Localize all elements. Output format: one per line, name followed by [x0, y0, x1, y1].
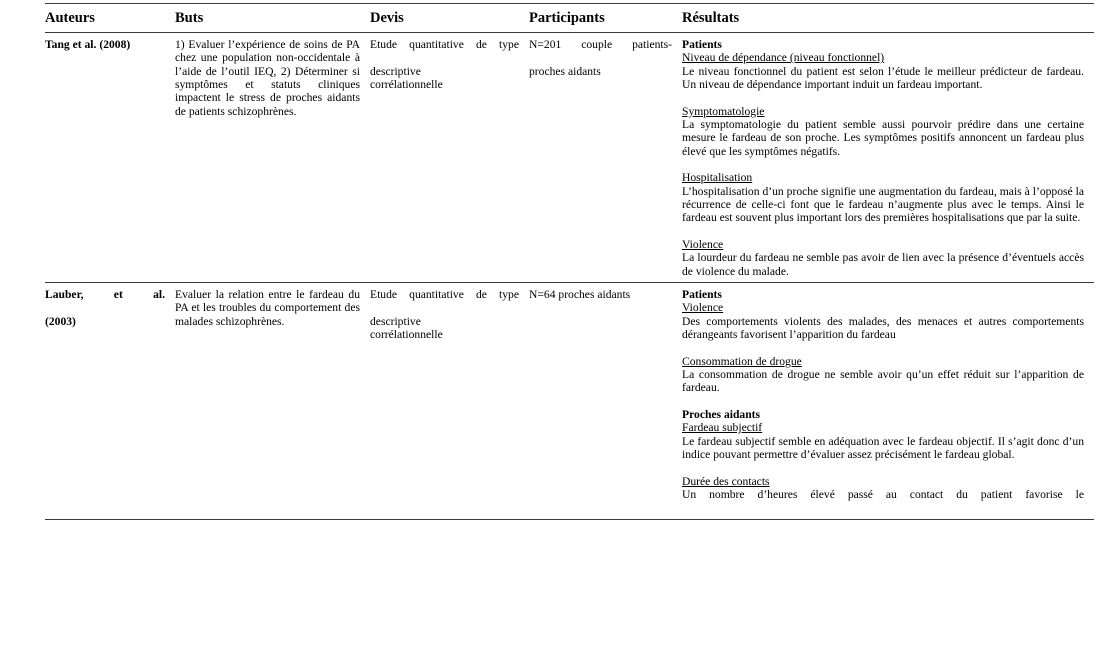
result-group: Durée des contacts Un nombre d’heures él…	[682, 475, 1084, 515]
devis-line-3: corrélationnelle	[370, 328, 443, 342]
result-group-heading: Patients	[682, 288, 722, 302]
literature-review-table: Auteurs Buts Devis Participants Résultat…	[45, 3, 1094, 520]
result-body: La consommation de drogue ne semble avoi…	[682, 368, 1084, 395]
cell-devis: Etude quantitative de type descriptive c…	[370, 33, 529, 283]
cell-buts: Evaluer la relation entre le fardeau du …	[175, 282, 370, 520]
author-citation: Tang et al. (2008)	[45, 38, 131, 51]
table-row: Tang et al. (2008) 1) Evaluer l’expérien…	[45, 33, 1094, 283]
result-subheading: Durée des contacts	[682, 474, 770, 488]
devis-line-2: descriptive	[370, 64, 421, 78]
result-body-truncated: Un nombre d’heures élevé passé au contac…	[682, 488, 1084, 502]
participants-line-2: proches aidants	[529, 64, 601, 78]
cell-resultats: Patients Violence Des comportements viol…	[682, 282, 1094, 520]
result-group: Consommation de drogue La consommation d…	[682, 355, 1084, 395]
table-header-row: Auteurs Buts Devis Participants Résultat…	[45, 4, 1094, 33]
result-subheading: Symptomatologie	[682, 104, 765, 118]
author-citation-line-2: (2003)	[45, 314, 76, 328]
column-header-participants: Participants	[529, 4, 682, 33]
result-subheading: Consommation de drogue	[682, 354, 802, 368]
document-page: Auteurs Buts Devis Participants Résultat…	[0, 0, 1096, 647]
result-group: Violence La lourdeur du fardeau ne sembl…	[682, 238, 1084, 278]
devis-line-3: corrélationnelle	[370, 78, 443, 92]
result-group: Hospitalisation L’hospitalisation d’un p…	[682, 171, 1084, 224]
result-group: Symptomatologie La symptomatologie du pa…	[682, 105, 1084, 158]
author-citation-line-1: Lauber, et al.	[45, 288, 165, 302]
cell-buts: 1) Evaluer l’expérience de soins de PA c…	[175, 38, 360, 118]
result-subheading: Violence	[682, 238, 724, 252]
result-body: L’hospitalisation d’un proche signifie u…	[682, 184, 1084, 225]
devis-line-2: descriptive	[370, 314, 421, 328]
result-body: Le niveau fonctionnel du patient est sel…	[682, 64, 1084, 92]
result-group-heading: Patients	[682, 38, 722, 51]
result-subheading: Hospitalisation	[682, 171, 753, 185]
participants-line-1: N=201 couple patients-	[529, 38, 672, 51]
participants-line-1: N=64 proches aidants	[529, 288, 631, 302]
column-header-buts: Buts	[175, 4, 370, 33]
devis-line-1: Etude quantitative de type	[370, 38, 519, 51]
result-subheading: Violence	[682, 301, 724, 315]
column-header-resultats: Résultats	[682, 4, 1094, 33]
cell-auteurs: Lauber, et al. (2003)	[45, 282, 175, 520]
result-subheading: Fardeau subjectif	[682, 421, 763, 435]
cell-devis: Etude quantitative de type descriptive c…	[370, 282, 529, 520]
result-body: Des comportements violents des malades, …	[682, 314, 1084, 342]
table-bottom-rule	[45, 519, 1094, 520]
result-group: Patients Niveau de dépendance (niveau fo…	[682, 38, 1084, 91]
cell-participants: N=201 couple patients- proches aidants	[529, 33, 682, 283]
cell-participants: N=64 proches aidants	[529, 282, 682, 520]
devis-line-1: Etude quantitative de type	[370, 288, 519, 302]
result-body: La lourdeur du fardeau ne semble pas avo…	[682, 251, 1084, 278]
result-subheading: Niveau de dépendance (niveau fonctionnel…	[682, 51, 885, 65]
result-group: Proches aidants Fardeau subjectif Le far…	[682, 408, 1084, 461]
column-header-devis: Devis	[370, 4, 529, 33]
result-body: La symptomatologie du patient semble aus…	[682, 118, 1084, 158]
column-header-auteurs: Auteurs	[45, 4, 175, 33]
table-row: Lauber, et al. (2003) Evaluer la relatio…	[45, 282, 1094, 520]
result-group: Patients Violence Des comportements viol…	[682, 288, 1084, 341]
result-body: Le fardeau subjectif semble en adéquatio…	[682, 434, 1084, 462]
result-group-heading: Proches aidants	[682, 408, 761, 422]
cell-resultats: Patients Niveau de dépendance (niveau fo…	[682, 33, 1094, 283]
cell-auteurs: Tang et al. (2008)	[45, 33, 175, 283]
